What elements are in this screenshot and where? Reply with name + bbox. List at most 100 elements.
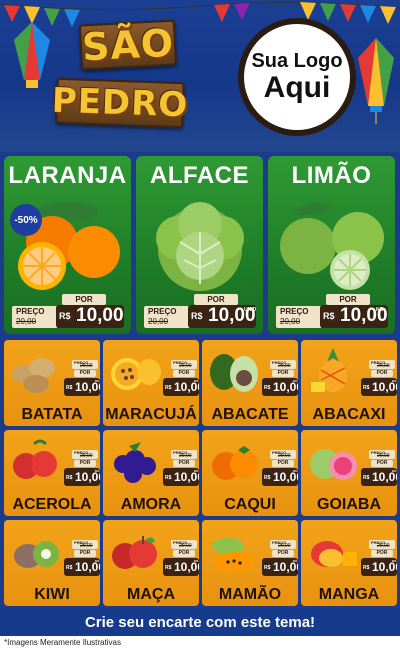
price-tag: POR PREÇO 20,00 R$ 10,00 UNID [144,294,256,328]
logo-text-line-2: Aqui [263,71,331,104]
price-tag: PREÇO20,00PORR$10,00KG [359,540,397,578]
price-old-box: PREÇO 20,00 [72,450,98,459]
product-card: PREÇO20,00PORR$10,00KG BATATA [4,340,100,426]
currency-symbol: R$ [363,565,370,571]
product-name: MAMÃO [218,586,282,603]
price-por-label: POR [173,370,195,377]
price-tag: PREÇO20,00PORR$10,00KG [161,540,199,578]
pineapple-icon [311,348,347,392]
price-por-label: POR [62,294,106,305]
current-price-box: R$10,00KG [163,378,199,396]
old-price: 20,00 [278,363,291,369]
price-por-label: POR [173,550,195,557]
price-unit: KG [392,469,397,473]
cta-banner: Crie seu encarte com este tema! [0,608,400,636]
old-price: 20,00 [377,543,390,549]
product-card: PREÇO20,00PORR$10,00KG KIWI [4,520,100,606]
price-tag: PREÇO20,00PORR$10,00KG [260,450,298,488]
old-price: 20,00 [377,453,390,459]
price-old-box: PREÇO 20,00 [369,540,395,549]
old-price: 20,00 [280,317,301,326]
potato-icon [12,358,55,393]
current-price-box: R$10,00KG [262,558,298,576]
current-price-box: R$ 10,00 UNID [188,305,256,328]
title-line-1: SÃO [80,20,176,70]
price-unit: KG [194,469,199,473]
currency-symbol: R$ [264,565,271,571]
lettuce-icon [156,202,244,291]
featured-card: ALFACE POR PREÇO 20,00 R$ 10,00 UNID [136,156,263,334]
product-grid: PREÇO20,00PORR$10,00KGBATATAPREÇO20,00PO… [0,338,400,608]
price-unit: KG [194,379,199,383]
product-card: PREÇO20,00PORR$10,00KG AMORA [103,430,199,516]
product-card: PREÇO20,00PORR$10,00KG GOIABA [301,430,397,516]
price-unit: KG [293,379,298,383]
price-por-label: POR [173,460,195,467]
product-name: AMORA [120,496,182,513]
product-card: PREÇO20,00PORR$10,00KG MAMÃO [202,520,298,606]
persimmon-icon [212,446,258,480]
product-name: MAÇA [127,586,175,603]
price-por-label: POR [326,294,370,305]
product-name: KIWI [34,586,70,603]
price-por-label: POR [371,460,393,467]
festa-junina-flyer: SÃO PEDRO Sua Logo Aqui LARANJA -50% POR… [0,0,400,650]
price-old-box: PREÇO 20,00 [369,450,395,459]
price-por-label: POR [272,370,294,377]
current-price: 10,00 [76,305,124,326]
currency-symbol: R$ [191,311,203,321]
price-unit: KG [95,559,100,563]
current-price-box: R$10,00KG [163,558,199,576]
old-price: 20,00 [148,317,169,326]
product-card: PREÇO20,00PORR$10,00KG MANGA [301,520,397,606]
price-unit: KG [376,307,384,313]
logo-placeholder: Sua Logo Aqui [238,18,356,136]
currency-symbol: R$ [165,385,172,391]
product-card: PREÇO20,00PORR$10,00KG ABACAXI [301,340,397,426]
logo-text-line-1: Sua Logo [251,50,343,72]
price-old-box: PREÇO 20,00 [72,540,98,549]
price-por-label: POR [371,370,393,377]
old-price: 20,00 [179,363,192,369]
title-board: SÃO PEDRO [50,16,189,134]
disclaimer: *Imagens Meramente Ilustrativas [4,638,121,647]
current-price-box: R$10,00KG [361,468,397,486]
old-price: 20,00 [278,543,291,549]
price-preco-label: PREÇO [280,307,309,316]
currency-symbol: R$ [363,475,370,481]
featured-product-name: ALFACE [150,162,249,189]
price-tag: PREÇO20,00PORR$10,00KG [62,450,100,488]
price-tag: POR PREÇO 20,00 R$ 10,00 [12,294,124,328]
price-unit: KG [392,379,397,383]
product-card: PREÇO20,00PORR$10,00KG ACEROLA [4,430,100,516]
lime-icon [280,202,384,290]
price-tag: PREÇO20,00PORR$10,00KG [359,450,397,488]
product-card: PREÇO20,00PORR$10,00KG MARACUJÁ [103,340,199,426]
old-price: 20,00 [278,453,291,459]
price-preco-label: PREÇO [148,307,177,316]
price-por-label: POR [371,550,393,557]
featured-section: LARANJA -50% POR PREÇO 20,00 R$ 10,00 AL… [0,152,400,338]
price-old-box: PREÇO 20,00 [12,306,58,328]
current-price-box: R$10,00KG [163,468,199,486]
balloon-icon [358,38,394,124]
price-preco-label: PREÇO [16,307,45,316]
product-card: PREÇO20,00PORR$10,00KG ABACATE [202,340,298,426]
old-price: 20,00 [179,543,192,549]
product-name: GOIABA [317,496,381,513]
price-unit: KG [392,559,397,563]
mango-icon [311,541,357,567]
currency-symbol: R$ [165,565,172,571]
price-unit: KG [95,469,100,473]
acerola-icon [13,439,57,479]
price-old-box: PREÇO 20,00 [144,306,190,328]
price-tag: PREÇO20,00PORR$10,00KG [260,360,298,398]
price-old-box: PREÇO 20,00 [276,306,322,328]
currency-symbol: R$ [59,311,71,321]
currency-symbol: R$ [66,475,73,481]
currency-symbol: R$ [363,385,370,391]
title-board-bottom: PEDRO [51,77,189,129]
product-card: PREÇO20,00PORR$10,00KG MAÇA [103,520,199,606]
currency-symbol: R$ [66,385,73,391]
current-price-box: R$ 10,00 [56,305,124,328]
